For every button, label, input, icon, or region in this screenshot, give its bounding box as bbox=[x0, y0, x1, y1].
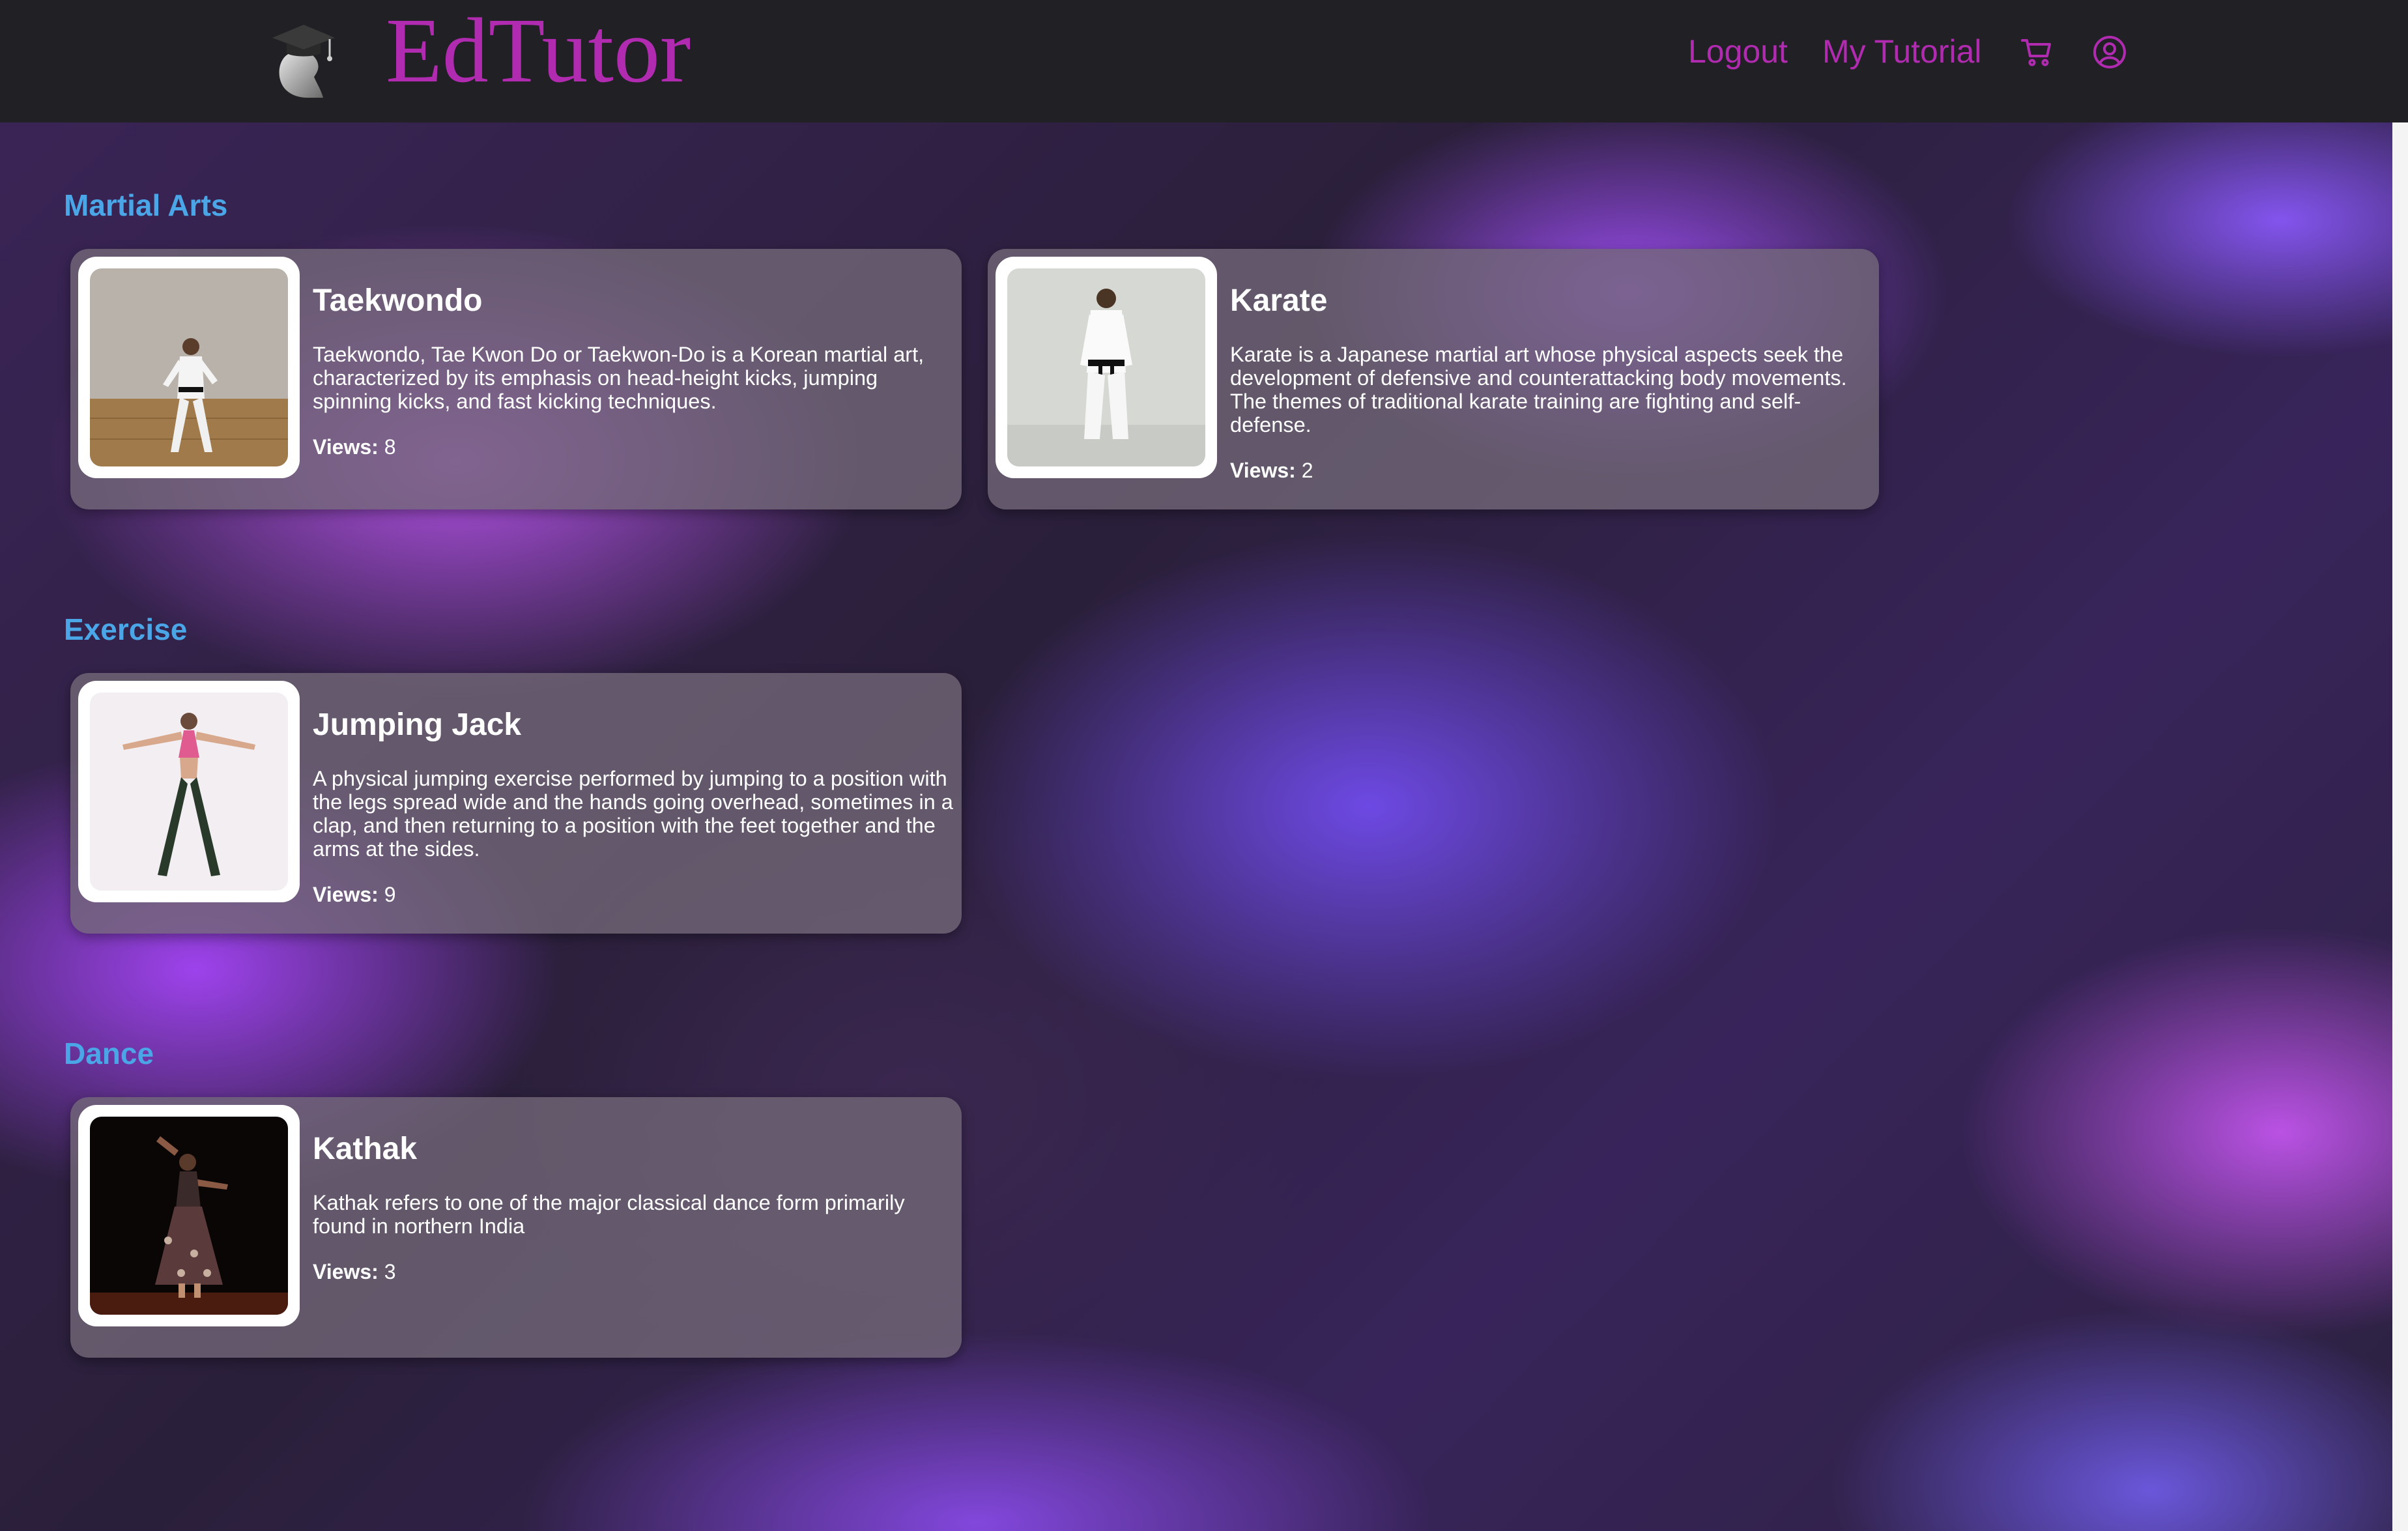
card-title: Jumping Jack bbox=[313, 708, 522, 742]
card-views: Views: 8 bbox=[313, 435, 395, 459]
card-views: Views: 2 bbox=[1230, 459, 1313, 483]
thumbnail-frame bbox=[78, 257, 300, 478]
thumbnail-frame bbox=[78, 1105, 300, 1326]
tutorial-card-jumping-jack[interactable]: Jumping Jack A physical jumping exercise… bbox=[70, 673, 962, 934]
my-tutorial-link[interactable]: My Tutorial bbox=[1822, 33, 1982, 70]
brand-title[interactable]: EdTutor bbox=[386, 4, 691, 96]
section-title-martial-arts: Martial Arts bbox=[64, 188, 228, 222]
views-label: Views: bbox=[313, 435, 379, 459]
card-description: A physical jumping exercise performed by… bbox=[313, 767, 953, 861]
card-views: Views: 9 bbox=[313, 883, 395, 907]
views-label: Views: bbox=[313, 883, 379, 906]
card-views: Views: 3 bbox=[313, 1260, 395, 1284]
scrollbar[interactable] bbox=[2392, 122, 2408, 1531]
tutorial-card-kathak[interactable]: Kathak Kathak refers to one of the major… bbox=[70, 1097, 962, 1358]
top-navbar: EdTutor Logout My Tutorial bbox=[0, 0, 2408, 122]
card-description: Taekwondo, Tae Kwon Do or Taekwon-Do is … bbox=[313, 343, 924, 413]
views-count: 8 bbox=[384, 435, 396, 459]
thumbnail-frame bbox=[78, 681, 300, 902]
card-description: Kathak refers to one of the major classi… bbox=[313, 1191, 905, 1238]
user-circle-icon[interactable] bbox=[2091, 34, 2128, 70]
card-title: Kathak bbox=[313, 1132, 418, 1166]
views-label: Views: bbox=[313, 1260, 379, 1283]
views-count: 3 bbox=[384, 1260, 396, 1283]
views-label: Views: bbox=[1230, 459, 1296, 482]
card-description: Karate is a Japanese martial art whose p… bbox=[1230, 343, 1847, 436]
tutorial-card-karate[interactable]: Karate Karate is a Japanese martial art … bbox=[988, 249, 1879, 509]
views-count: 9 bbox=[384, 883, 396, 906]
karate-thumbnail[interactable] bbox=[1007, 268, 1205, 466]
thumbnail-frame bbox=[996, 257, 1217, 478]
taekwondo-thumbnail[interactable] bbox=[90, 268, 288, 466]
card-title: Taekwondo bbox=[313, 283, 483, 318]
section-title-exercise: Exercise bbox=[64, 612, 188, 646]
cart-icon[interactable] bbox=[2018, 34, 2055, 70]
kathak-thumbnail[interactable] bbox=[90, 1117, 288, 1315]
tutorial-card-taekwondo[interactable]: Taekwondo Taekwondo, Tae Kwon Do or Taek… bbox=[70, 249, 962, 509]
views-count: 2 bbox=[1301, 459, 1313, 482]
section-title-dance: Dance bbox=[64, 1037, 154, 1070]
jumping-jack-thumbnail[interactable] bbox=[90, 693, 288, 891]
logout-link[interactable]: Logout bbox=[1688, 33, 1788, 70]
graduation-cap-logo-icon[interactable] bbox=[267, 21, 339, 99]
card-title: Karate bbox=[1230, 283, 1328, 318]
